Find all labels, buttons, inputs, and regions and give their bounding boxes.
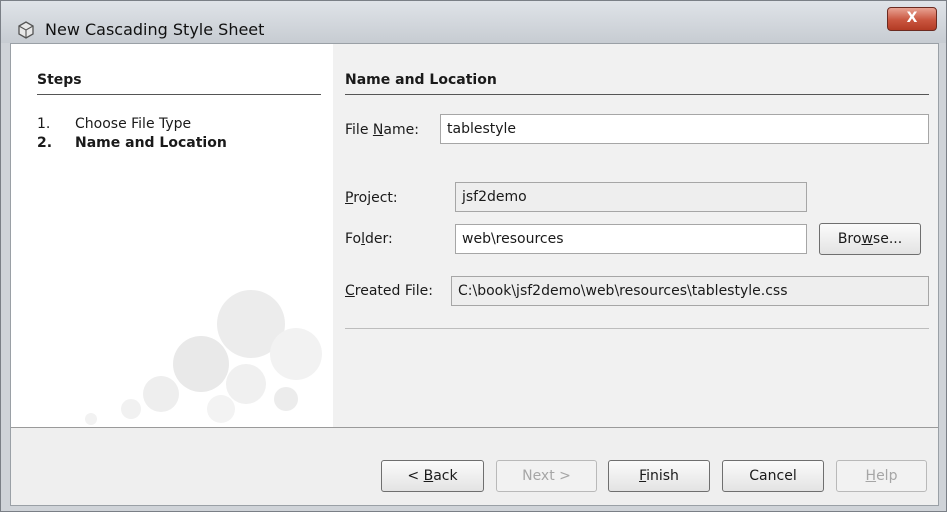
label-text: roject: xyxy=(353,190,398,206)
button-mnemonic: w xyxy=(861,231,873,247)
step-number: 1. xyxy=(37,116,51,132)
label-mnemonic: N xyxy=(372,122,384,138)
cancel-button[interactable]: Cancel xyxy=(722,460,824,492)
label-text: ame: xyxy=(383,122,419,138)
button-text: elp xyxy=(876,468,898,484)
button-text: se... xyxy=(872,231,903,247)
steps-pane: Steps 1. Choose File Type 2. Name and Lo… xyxy=(11,44,333,427)
button-mnemonic: B xyxy=(423,468,434,484)
file-name-input[interactable]: tablestyle xyxy=(440,114,929,144)
close-button[interactable]: X xyxy=(887,7,937,31)
label-text: Fo xyxy=(345,231,362,247)
window-title: New Cascading Style Sheet xyxy=(45,20,265,39)
file-name-label: File Name: xyxy=(345,122,419,138)
back-button[interactable]: < Back xyxy=(381,460,484,492)
dialog-window: New Cascading Style Sheet X Steps 1. Cho… xyxy=(0,0,947,512)
label-text: reated File: xyxy=(354,283,434,299)
browse-button[interactable]: Browse... xyxy=(819,223,921,255)
label-mnemonic: C xyxy=(345,283,355,299)
finish-button[interactable]: Finish xyxy=(608,460,710,492)
label-text: File xyxy=(345,122,373,138)
content-title: Name and Location xyxy=(345,72,497,88)
dialog-client-area: Steps 1. Choose File Type 2. Name and Lo… xyxy=(10,43,939,506)
next-button[interactable]: Next > xyxy=(496,460,597,492)
created-file-field: C:\book\jsf2demo\web\resources\tablestyl… xyxy=(451,276,929,306)
step-number: 2. xyxy=(37,135,53,151)
content-divider xyxy=(345,94,929,95)
content-pane: Name and Location File Name: tablestyle … xyxy=(333,44,938,427)
button-text: ack xyxy=(433,468,458,484)
steps-divider xyxy=(37,94,321,95)
content-separator xyxy=(345,328,929,329)
button-text: < xyxy=(407,468,424,484)
button-text: inish xyxy=(646,468,679,484)
button-mnemonic: H xyxy=(865,468,877,484)
label-text: der: xyxy=(365,231,393,247)
step-label: Choose File Type xyxy=(75,116,192,132)
window-app-icon xyxy=(18,21,34,39)
created-file-label: Created File: xyxy=(345,283,433,299)
folder-input[interactable]: web\resources xyxy=(455,224,807,254)
label-mnemonic: P xyxy=(345,190,354,206)
steps-title: Steps xyxy=(37,72,82,88)
button-bar: < Back Next > Finish Cancel Help xyxy=(11,427,938,505)
step-label: Name and Location xyxy=(75,135,227,151)
close-icon: X xyxy=(906,10,918,26)
project-label: Project: xyxy=(345,190,398,206)
folder-label: Folder: xyxy=(345,231,393,247)
help-button[interactable]: Help xyxy=(836,460,927,492)
project-field: jsf2demo xyxy=(455,182,807,212)
title-bar[interactable]: New Cascading Style Sheet X xyxy=(1,1,946,43)
decorative-bubbles-graphic xyxy=(85,290,322,425)
button-text: Bro xyxy=(837,231,862,247)
